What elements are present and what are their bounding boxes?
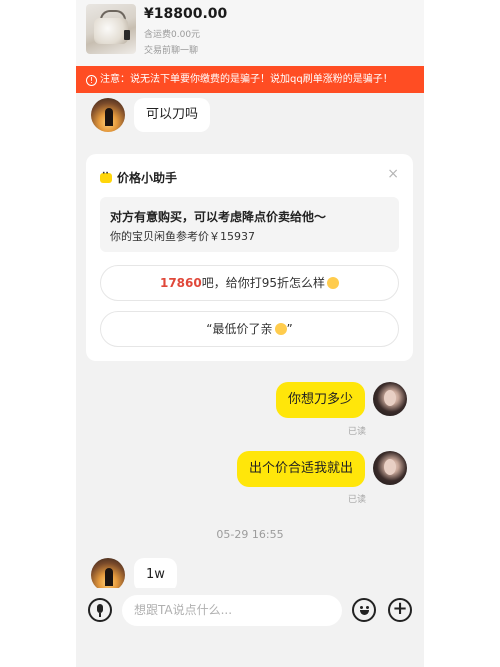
buyer-avatar[interactable] [91, 558, 125, 592]
message-input-bar: 想跟TA说点什么... + [76, 588, 424, 638]
offer-suggestion-text: 对方有意购买，可以考虑降点价卖给他～ [110, 210, 327, 224]
helper-title: 价格小助手 [117, 171, 178, 185]
close-icon[interactable]: × [387, 166, 399, 182]
lowest-price-reply-text: “最低价了亲 [206, 322, 273, 336]
chat-bubble-icon [100, 169, 112, 183]
emoji-icon[interactable] [352, 598, 376, 622]
trade-note: 交易前聊一聊 [144, 46, 199, 56]
seller-avatar[interactable] [373, 382, 407, 416]
message-bubble-left: 1w [134, 558, 177, 592]
shipping-fee: 含运费0.00元 [144, 30, 201, 40]
buyer-avatar[interactable] [91, 98, 125, 132]
message-bubble-right: 你想刀多少 [275, 382, 365, 418]
discount-price: 17860 [159, 276, 202, 290]
lowest-price-reply-end: ” [286, 322, 293, 336]
product-price: ¥18800.00 [144, 6, 228, 22]
seller-avatar[interactable] [373, 451, 407, 485]
product-header[interactable]: ¥18800.00 含运费0.00元 交易前聊一聊 [76, 0, 424, 66]
message-timestamp: 05-29 16:55 [216, 528, 284, 541]
plus-icon[interactable]: + [388, 598, 412, 622]
pleading-face-emoji-icon [274, 323, 287, 335]
price-helper-card: 价格小助手 × 对方有意购买，可以考虑降点价卖给他～ 你的宝贝闲鱼参考价￥159… [86, 154, 413, 361]
reference-price-text: 你的宝贝闲鱼参考价￥15937 [110, 230, 255, 243]
offer-suggestion-box: 对方有意购买，可以考虑降点价卖给他～ 你的宝贝闲鱼参考价￥15937 [100, 197, 399, 252]
handbag-tag [124, 30, 130, 40]
message-bubble-right: 出个价合适我就出 [236, 451, 365, 487]
warning-text: 注意：说无法下单要你缴费的是骗子！说加qq刷单涨粉的是骗子！ [100, 74, 393, 85]
quick-reply-discount-button[interactable]: 17860吧，给你打95折怎么样 [100, 265, 399, 301]
message-bubble-left: 可以刀吗 [134, 98, 211, 132]
discount-reply-text: 吧，给你打95折怎么样 [201, 276, 326, 290]
thumbs-up-emoji-icon [327, 277, 340, 289]
scam-warning-banner: ! 注意：说无法下单要你缴费的是骗子！说加qq刷单涨粉的是骗子！ [76, 66, 424, 93]
read-receipt: 已读 [348, 427, 367, 437]
handbag-image [94, 18, 128, 44]
message-input[interactable]: 想跟TA说点什么... [122, 595, 342, 626]
quick-reply-lowest-price-button[interactable]: “最低价了亲 ” [100, 311, 399, 347]
read-receipt: 已读 [348, 495, 367, 505]
helper-title-row: 价格小助手 [100, 169, 177, 186]
microphone-icon[interactable] [88, 598, 112, 622]
exclamation-circle-icon: ! [86, 75, 97, 86]
chat-screen: ¥18800.00 含运费0.00元 交易前聊一聊 ! 注意：说无法下单要你缴费的… [76, 0, 424, 667]
product-thumbnail[interactable] [86, 4, 136, 54]
